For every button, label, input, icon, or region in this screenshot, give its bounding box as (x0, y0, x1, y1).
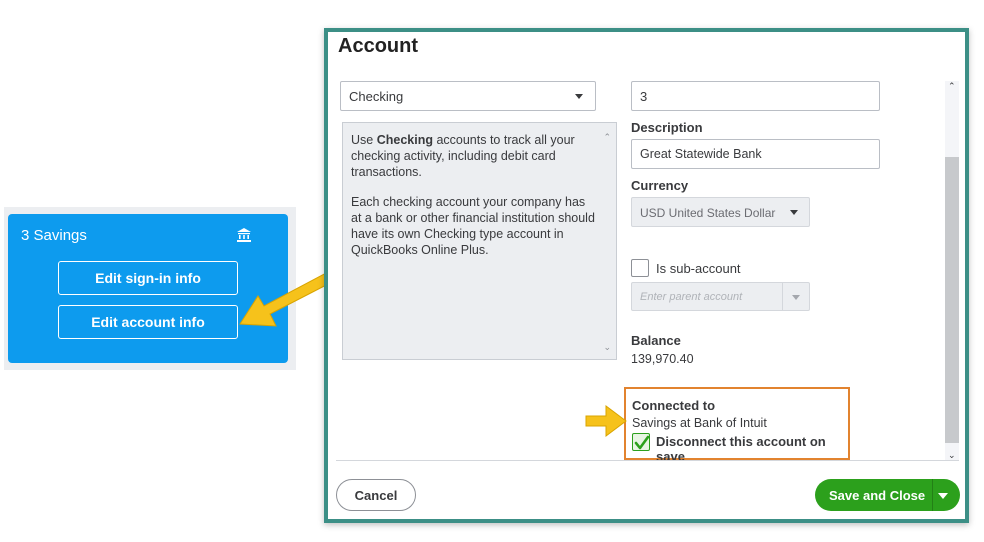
save-button-separator (932, 479, 933, 511)
dialog-title: Account (338, 35, 418, 57)
description-label: Description (631, 120, 703, 135)
currency-label: Currency (631, 178, 689, 193)
sub-account-checkbox[interactable] (631, 259, 649, 277)
scroll-up-icon[interactable]: ⌃ (603, 129, 611, 145)
account-type-value: Checking (349, 89, 404, 104)
save-and-close-button[interactable]: Save and Close (815, 479, 960, 511)
account-dialog: Account Checking Use Checking accounts t… (324, 28, 969, 523)
bank-icon (237, 228, 251, 242)
dialog-scrollbar[interactable]: ⌃ ⌄ (945, 81, 959, 461)
connected-to-highlight: Connected to Savings at Bank of Intuit D… (624, 387, 850, 464)
callout-arrow-left (239, 271, 335, 327)
description-paragraph-1: Use Checking accounts to track all your … (351, 133, 575, 179)
parent-account-placeholder: Enter parent account (640, 291, 743, 303)
connected-to-value: Savings at Bank of Intuit (632, 416, 767, 430)
account-card-title: 3 Savings (21, 227, 87, 244)
disconnect-checkbox[interactable] (632, 433, 650, 451)
save-and-close-label: Save and Close (829, 488, 926, 503)
currency-value: USD United States Dollar (640, 206, 776, 220)
description-paragraph-2: Each checking account your company has a… (351, 195, 595, 257)
chevron-down-icon (792, 295, 800, 300)
scroll-up-icon[interactable]: ⌃ (948, 81, 956, 92)
select-divider (782, 283, 783, 310)
checkmark-icon (634, 435, 650, 450)
account-type-select[interactable]: Checking (340, 81, 596, 111)
currency-select[interactable]: USD United States Dollar (631, 197, 810, 227)
balance-label: Balance (631, 333, 681, 348)
chevron-down-icon (790, 210, 798, 215)
account-number-input[interactable]: 3 (631, 81, 880, 111)
chevron-down-icon[interactable] (938, 493, 948, 499)
connected-to-label: Connected to (632, 398, 716, 413)
callout-arrow-right (585, 405, 627, 437)
footer-divider (336, 460, 959, 461)
sub-account-label: Is sub-account (656, 261, 741, 276)
description-input[interactable]: Great Statewide Bank (631, 139, 880, 169)
parent-account-select[interactable]: Enter parent account (631, 282, 810, 311)
scrollbar-thumb[interactable] (945, 157, 959, 443)
account-type-description: Use Checking accounts to track all your … (342, 122, 617, 360)
chevron-down-icon (575, 94, 583, 99)
cancel-button[interactable]: Cancel (336, 479, 416, 511)
scroll-down-icon[interactable]: ⌄ (603, 339, 611, 355)
edit-sign-in-info-button[interactable]: Edit sign-in info (58, 261, 238, 295)
edit-account-info-button[interactable]: Edit account info (58, 305, 238, 339)
balance-value: 139,970.40 (631, 352, 694, 366)
